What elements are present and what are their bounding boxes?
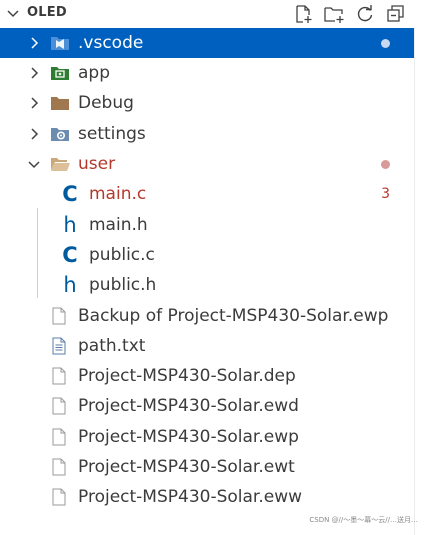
tree-item-label: Project-MSP430-Solar.eww <box>78 487 303 508</box>
c-file-icon: C <box>62 182 78 207</box>
tree-item-label: user <box>78 154 116 175</box>
tree-item-label: .vscode <box>78 33 144 53</box>
tree-item-backup-ewp[interactable]: Backup of Project-MSP430-Solar.ewp <box>0 300 414 330</box>
h-file-icon: h <box>63 273 77 298</box>
file-icon <box>49 488 69 506</box>
file-tree: .vscode app Debug settings user C main.c… <box>0 28 414 512</box>
new-folder-icon <box>324 7 344 23</box>
tree-item-label: main.h <box>89 214 148 235</box>
tree-item-user[interactable]: user <box>0 149 414 179</box>
tree-item-vscode[interactable]: .vscode <box>0 28 414 58</box>
tree-item-ewd[interactable]: Project-MSP430-Solar.ewd <box>0 391 414 421</box>
chevron-right-icon[interactable] <box>27 127 41 141</box>
file-icon <box>49 458 69 476</box>
file-icon <box>49 397 69 415</box>
tree-item-public-c[interactable]: C public.c <box>0 240 414 270</box>
watermark-text: CSDN @//～墨～幕～云//…送月… <box>309 516 418 524</box>
new-file-button[interactable] <box>291 3 315 25</box>
tree-item-label: Backup of Project-MSP430-Solar.ewp <box>78 305 389 326</box>
file-icon <box>49 307 69 325</box>
tree-item-label: public.h <box>89 275 157 296</box>
tree-item-main-c[interactable]: C main.c 3 <box>0 179 414 209</box>
tree-item-label: settings <box>78 123 146 144</box>
chevron-right-icon[interactable] <box>27 36 41 50</box>
folder-open-icon <box>50 155 70 173</box>
tree-item-main-h[interactable]: h main.h <box>0 209 414 239</box>
tree-item-eww[interactable]: Project-MSP430-Solar.eww <box>0 482 414 512</box>
refresh-button[interactable] <box>353 3 377 25</box>
indent-guide <box>37 208 38 298</box>
tree-item-label: Project-MSP430-Solar.ewt <box>78 457 295 477</box>
file-icon <box>49 428 69 446</box>
new-file-icon <box>296 5 312 23</box>
tree-item-label: main.c <box>89 184 147 205</box>
collapse-all-button[interactable] <box>384 3 408 25</box>
problem-count-badge: 3 <box>381 186 390 203</box>
tree-item-label: Project-MSP430-Solar.ewd <box>78 396 299 417</box>
tree-item-label: Debug <box>78 93 134 114</box>
vscode-folder-icon <box>50 34 70 52</box>
tree-item-debug[interactable]: Debug <box>0 88 414 118</box>
error-dot <box>381 159 390 169</box>
chevron-right-icon[interactable] <box>27 96 41 110</box>
refresh-icon <box>357 5 373 22</box>
modified-dot <box>381 38 390 48</box>
text-file-icon <box>49 337 69 355</box>
tree-item-public-h[interactable]: h public.h <box>0 270 414 300</box>
new-folder-button[interactable] <box>322 3 346 25</box>
chevron-down-icon[interactable] <box>6 7 20 21</box>
explorer-header[interactable]: OLED <box>0 0 432 28</box>
chevron-right-icon[interactable] <box>27 66 41 80</box>
tree-item-label: path.txt <box>78 335 146 356</box>
tree-item-dep[interactable]: Project-MSP430-Solar.dep <box>0 361 414 391</box>
tree-item-app[interactable]: app <box>0 58 414 88</box>
vertical-scrollbar[interactable] <box>414 28 432 535</box>
c-file-icon: C <box>62 242 78 267</box>
tree-item-settings[interactable]: settings <box>0 119 414 149</box>
chevron-down-icon[interactable] <box>27 157 41 171</box>
collapse-all-icon <box>387 5 404 22</box>
tree-item-label: app <box>78 63 110 84</box>
tree-item-ewp[interactable]: Project-MSP430-Solar.ewp <box>0 422 414 452</box>
tree-item-ewt[interactable]: Project-MSP430-Solar.ewt <box>0 452 414 482</box>
file-icon <box>49 367 69 385</box>
header-actions <box>291 3 408 25</box>
tree-item-label: public.c <box>89 244 155 265</box>
folder-icon <box>50 94 70 112</box>
tree-item-path-txt[interactable]: path.txt <box>0 331 414 361</box>
tree-item-label: Project-MSP430-Solar.ewp <box>78 426 299 447</box>
app-folder-icon <box>50 64 70 82</box>
tree-item-label: Project-MSP430-Solar.dep <box>78 366 296 387</box>
settings-folder-icon <box>50 125 70 143</box>
h-file-icon: h <box>63 212 77 237</box>
folder-title: OLED <box>27 5 67 20</box>
